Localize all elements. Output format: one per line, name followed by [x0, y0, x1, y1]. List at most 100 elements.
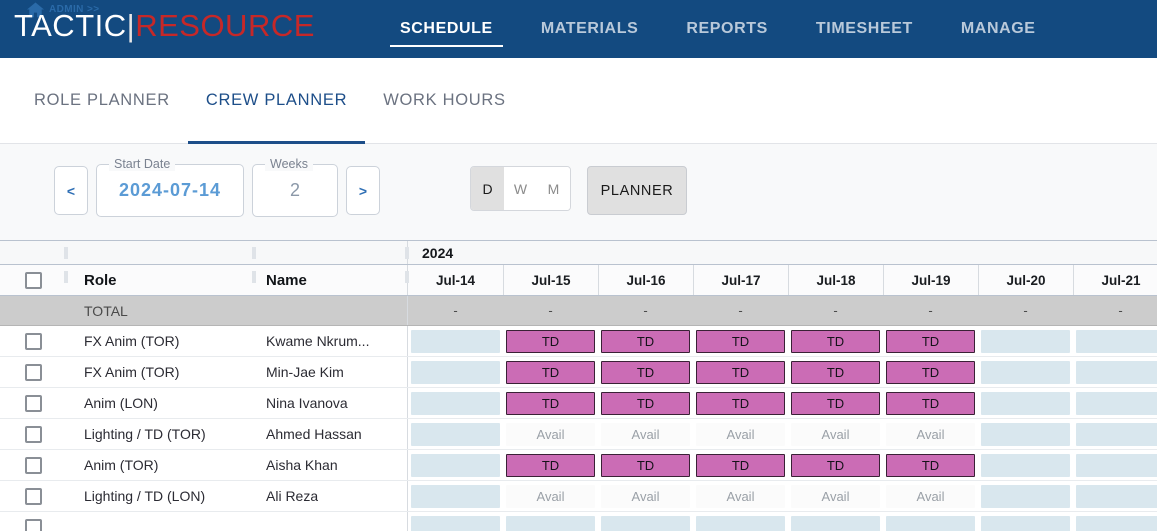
- cell-name[interactable]: [254, 512, 408, 531]
- empty-slot-chip[interactable]: [1076, 515, 1157, 531]
- cell-schedule-day[interactable]: [788, 512, 883, 531]
- booking-chip[interactable]: TD: [601, 453, 690, 477]
- table-row[interactable]: Lighting / TD (TOR) Ahmed Hassan Avail Avai…: [0, 419, 1157, 450]
- booking-chip[interactable]: TD: [696, 360, 785, 384]
- availability-chip[interactable]: Avail: [791, 422, 880, 446]
- cell-schedule-day[interactable]: TD: [598, 388, 693, 418]
- cell-schedule-day[interactable]: TD: [883, 357, 978, 387]
- cell-schedule-day[interactable]: [1073, 326, 1157, 356]
- booking-chip[interactable]: TD: [696, 391, 785, 415]
- booking-chip[interactable]: TD: [791, 329, 880, 353]
- empty-slot-chip[interactable]: [981, 391, 1070, 415]
- cell-schedule-day[interactable]: TD: [788, 357, 883, 387]
- booking-chip[interactable]: TD: [506, 453, 595, 477]
- nav-item-manage[interactable]: MANAGE: [937, 0, 1060, 58]
- cell-schedule-day[interactable]: [1073, 419, 1157, 449]
- zoom-option-month[interactable]: M: [537, 167, 570, 210]
- cell-schedule-day[interactable]: [1073, 450, 1157, 480]
- column-header-day[interactable]: Jul-18: [788, 265, 883, 295]
- empty-slot-chip[interactable]: [411, 422, 500, 446]
- row-checkbox[interactable]: [24, 487, 42, 505]
- cell-schedule-day[interactable]: Avail: [883, 481, 978, 511]
- start-date-value[interactable]: 2024-07-14: [119, 180, 221, 201]
- cell-schedule-day[interactable]: TD: [598, 326, 693, 356]
- nav-item-schedule[interactable]: SCHEDULE: [376, 0, 517, 58]
- nav-item-reports[interactable]: REPORTS: [662, 0, 792, 58]
- column-header-day[interactable]: Jul-16: [598, 265, 693, 295]
- column-header-day[interactable]: Jul-17: [693, 265, 788, 295]
- cell-schedule-day[interactable]: TD: [883, 326, 978, 356]
- cell-role[interactable]: Lighting / TD (LON): [66, 481, 254, 511]
- booking-chip[interactable]: TD: [601, 360, 690, 384]
- cell-schedule-day[interactable]: [1073, 357, 1157, 387]
- cell-schedule-day[interactable]: Avail: [883, 419, 978, 449]
- cell-schedule-day[interactable]: [978, 419, 1073, 449]
- empty-slot-chip[interactable]: [411, 329, 500, 353]
- select-all-checkbox[interactable]: [24, 271, 42, 289]
- cell-schedule-day[interactable]: [978, 481, 1073, 511]
- empty-slot-chip[interactable]: [981, 360, 1070, 384]
- empty-slot-chip[interactable]: [1076, 391, 1157, 415]
- availability-chip[interactable]: Avail: [696, 484, 785, 508]
- next-period-button[interactable]: >: [346, 166, 380, 215]
- column-header-day[interactable]: Jul-20: [978, 265, 1073, 295]
- cell-name[interactable]: Min-Jae Kim: [254, 357, 408, 387]
- column-header-role[interactable]: Role: [66, 265, 256, 295]
- empty-slot-chip[interactable]: [1076, 484, 1157, 508]
- empty-slot-chip[interactable]: [886, 515, 975, 531]
- row-checkbox[interactable]: [24, 425, 42, 443]
- booking-chip[interactable]: TD: [791, 360, 880, 384]
- availability-chip[interactable]: Avail: [886, 422, 975, 446]
- cell-schedule-day[interactable]: [408, 481, 503, 511]
- empty-slot-chip[interactable]: [1076, 453, 1157, 477]
- empty-slot-chip[interactable]: [981, 484, 1070, 508]
- empty-slot-chip[interactable]: [411, 360, 500, 384]
- cell-schedule-day[interactable]: Avail: [598, 419, 693, 449]
- cell-schedule-day[interactable]: [408, 326, 503, 356]
- empty-slot-chip[interactable]: [506, 515, 595, 531]
- cell-schedule-day[interactable]: TD: [693, 450, 788, 480]
- cell-role[interactable]: Lighting / TD (TOR): [66, 419, 254, 449]
- zoom-option-week[interactable]: W: [504, 167, 537, 210]
- cell-schedule-day[interactable]: [978, 326, 1073, 356]
- availability-chip[interactable]: Avail: [886, 484, 975, 508]
- row-checkbox[interactable]: [24, 363, 42, 381]
- cell-schedule-day[interactable]: [408, 388, 503, 418]
- cell-name[interactable]: Kwame Nkrum...: [254, 326, 408, 356]
- empty-slot-chip[interactable]: [1076, 360, 1157, 384]
- booking-chip[interactable]: TD: [696, 329, 785, 353]
- previous-period-button[interactable]: <: [54, 166, 88, 215]
- table-row[interactable]: Anim (TOR) Aisha Khan TD TD TD TD TD: [0, 450, 1157, 481]
- row-checkbox[interactable]: [24, 394, 42, 412]
- booking-chip[interactable]: TD: [601, 329, 690, 353]
- cell-schedule-day[interactable]: [883, 512, 978, 531]
- cell-schedule-day[interactable]: [408, 450, 503, 480]
- cell-schedule-day[interactable]: [978, 450, 1073, 480]
- cell-schedule-day[interactable]: Avail: [788, 419, 883, 449]
- column-header-name[interactable]: Name: [254, 265, 409, 295]
- cell-schedule-day[interactable]: TD: [883, 450, 978, 480]
- tab-work-hours[interactable]: WORK HOURS: [365, 58, 524, 144]
- cell-schedule-day[interactable]: [1073, 388, 1157, 418]
- brand-block[interactable]: ADMIN >> TACTIC|RESOURCE: [0, 0, 370, 58]
- cell-schedule-day[interactable]: TD: [693, 388, 788, 418]
- nav-item-materials[interactable]: MATERIALS: [517, 0, 663, 58]
- cell-schedule-day[interactable]: [978, 388, 1073, 418]
- empty-slot-chip[interactable]: [601, 515, 690, 531]
- cell-schedule-day[interactable]: TD: [503, 357, 598, 387]
- booking-chip[interactable]: TD: [696, 453, 785, 477]
- availability-chip[interactable]: Avail: [791, 484, 880, 508]
- empty-slot-chip[interactable]: [411, 391, 500, 415]
- app-logo[interactable]: TACTIC|RESOURCE: [14, 8, 315, 44]
- empty-slot-chip[interactable]: [981, 329, 1070, 353]
- cell-role[interactable]: Anim (TOR): [66, 450, 254, 480]
- empty-slot-chip[interactable]: [1076, 422, 1157, 446]
- empty-slot-chip[interactable]: [1076, 329, 1157, 353]
- planner-button[interactable]: PLANNER: [587, 166, 687, 215]
- cell-schedule-day[interactable]: [978, 357, 1073, 387]
- cell-schedule-day[interactable]: TD: [598, 450, 693, 480]
- cell-schedule-day[interactable]: Avail: [598, 481, 693, 511]
- cell-name[interactable]: Nina Ivanova: [254, 388, 408, 418]
- cell-schedule-day[interactable]: TD: [503, 450, 598, 480]
- cell-role[interactable]: Anim (LON): [66, 388, 254, 418]
